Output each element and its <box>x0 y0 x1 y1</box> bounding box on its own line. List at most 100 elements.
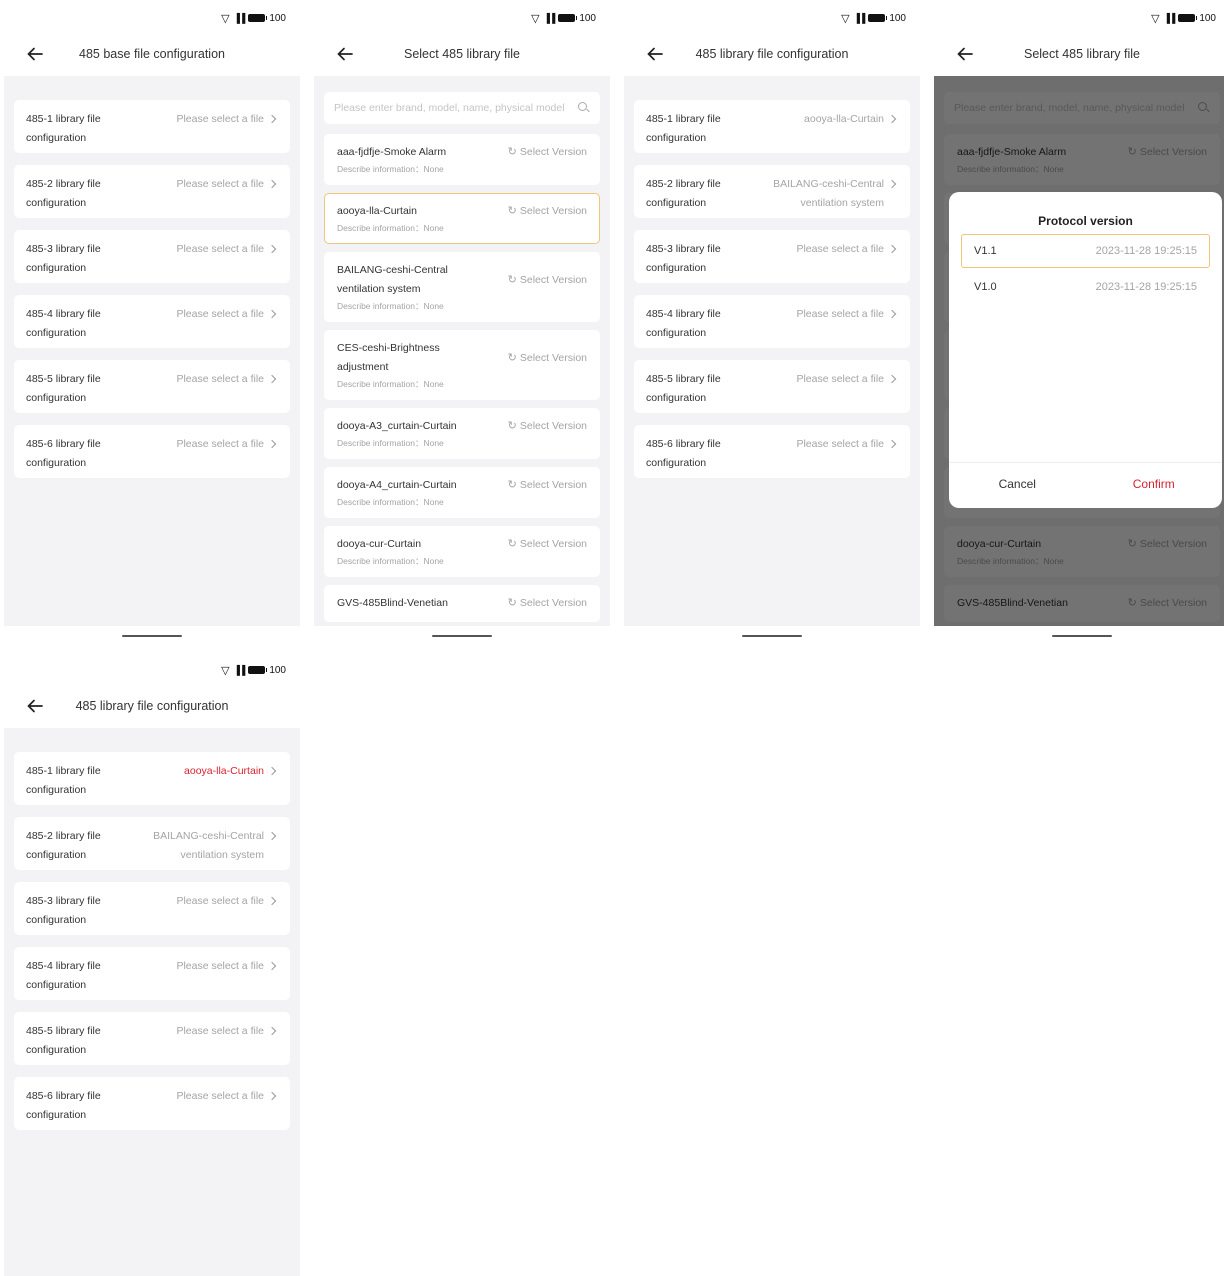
config-value: BAILANG-ceshi-Central ventilation system <box>773 178 884 209</box>
battery-level: 100 <box>1199 12 1216 24</box>
back-arrow-icon[interactable] <box>336 45 354 63</box>
page-title: Select 485 library file <box>1023 47 1141 61</box>
select-version-button[interactable]: ↻Select Version <box>508 535 587 554</box>
config-row-485-2[interactable]: 485-2 library file configuration BAILANG-… <box>634 165 910 218</box>
refresh-icon: ↻ <box>507 597 517 609</box>
wifi-icon: ▽ <box>221 664 230 677</box>
config-list: 485-1 library file configuration Please s… <box>4 76 300 626</box>
library-item[interactable]: BAILANG-ceshi-Central ventilation system… <box>324 252 600 322</box>
chevron-right-icon <box>268 240 278 259</box>
battery-icon <box>248 14 268 22</box>
chevron-right-icon <box>268 762 278 781</box>
back-arrow-icon[interactable] <box>26 697 44 715</box>
library-item[interactable]: dooya-cur-Curtain ↻Select Version Describ… <box>324 526 600 577</box>
config-row-485-1[interactable]: 485-1 library file configuration aooya-ll… <box>14 752 290 805</box>
signal-icon: ▐▐ <box>1163 13 1176 23</box>
library-item[interactable]: dooya-A4_curtain-Curtain↻Select Version … <box>324 467 600 518</box>
library-item[interactable]: GVS-485Blind-Venetian ↻Select Version <box>324 585 600 622</box>
config-label: 485-5 library file configuration <box>646 373 721 404</box>
config-label: 485-4 library file configuration <box>26 308 101 339</box>
back-arrow-icon[interactable] <box>956 45 974 63</box>
config-value: Please select a file <box>176 895 264 907</box>
config-row-485-4[interactable]: 485-4 library file configuration Please s… <box>14 947 290 1000</box>
config-label: 485-6 library file configuration <box>26 1090 101 1121</box>
battery-level: 100 <box>269 664 286 676</box>
config-row-485-3[interactable]: 485-3 library file configuration Please s… <box>634 230 910 283</box>
version-number: V1.1 <box>974 245 997 257</box>
config-value: Please select a file <box>796 243 884 255</box>
back-arrow-icon[interactable] <box>646 45 664 63</box>
search-input[interactable]: Please enter brand, model, name, physica… <box>324 92 600 124</box>
config-row-485-4[interactable]: 485-4 library file configuration Please s… <box>14 295 290 348</box>
search-placeholder: Please enter brand, model, name, physica… <box>334 102 565 114</box>
status-bar: ▽ ▐▐ 100 <box>314 0 610 36</box>
select-version-button[interactable]: ↻Select Version <box>508 339 587 377</box>
home-indicator[interactable] <box>122 635 182 637</box>
refresh-icon: ↻ <box>507 146 517 158</box>
chevron-right-icon <box>268 175 278 194</box>
config-row-485-4[interactable]: 485-4 library file configuration Please s… <box>634 295 910 348</box>
library-description: Describe information：None <box>337 497 444 507</box>
header: 485 library file configuration <box>624 36 920 72</box>
back-arrow-icon[interactable] <box>26 45 44 63</box>
config-row-485-5[interactable]: 485-5 library file configuration Please s… <box>634 360 910 413</box>
wifi-icon: ▽ <box>1151 12 1160 25</box>
refresh-icon: ↻ <box>507 538 517 550</box>
config-row-485-3[interactable]: 485-3 library file configuration Please s… <box>14 882 290 935</box>
config-row-485-6[interactable]: 485-6 library file configuration Please s… <box>14 1077 290 1130</box>
dialog-title: Protocol version <box>1038 214 1133 228</box>
battery-level: 100 <box>269 12 286 24</box>
library-name: GVS-485Blind-Venetian <box>337 597 448 609</box>
version-option[interactable]: V1.1 2023-11-28 19:25:15 <box>961 234 1210 268</box>
config-value: Please select a file <box>176 1025 264 1037</box>
config-row-485-5[interactable]: 485-5 library file configuration Please s… <box>14 1012 290 1065</box>
battery-icon <box>1178 14 1198 22</box>
status-bar: ▽ ▐▐ 100 <box>624 0 920 36</box>
version-number: V1.0 <box>974 281 997 293</box>
chevron-right-icon <box>888 110 898 129</box>
library-item[interactable]: aaa-fjdfje-Smoke Alarm ↻Select Version De… <box>324 134 600 185</box>
select-version-button[interactable]: ↻Select Version <box>508 417 587 436</box>
config-label: 485-4 library file configuration <box>26 960 101 991</box>
home-indicator[interactable] <box>432 635 492 637</box>
library-description: Describe information：None <box>337 223 444 233</box>
library-item[interactable]: dooya-A3_curtain-Curtain↻Select Version … <box>324 408 600 459</box>
config-label: 485-5 library file configuration <box>26 1025 101 1056</box>
home-indicator[interactable] <box>1052 635 1112 637</box>
version-option[interactable]: V1.0 2023-11-28 19:25:15 <box>961 270 1210 304</box>
config-row-485-6[interactable]: 485-6 library file configuration Please s… <box>634 425 910 478</box>
home-indicator[interactable] <box>742 635 802 637</box>
select-version-button[interactable]: ↻Select Version <box>508 476 587 495</box>
signal-icon: ▐▐ <box>853 13 866 23</box>
config-value: Please select a file <box>796 373 884 385</box>
chevron-right-icon <box>268 305 278 324</box>
config-row-485-5[interactable]: 485-5 library file configuration Please s… <box>14 360 290 413</box>
library-item[interactable]: CES-ceshi-Brightness adjustment ↻Select V… <box>324 330 600 400</box>
config-row-485-3[interactable]: 485-3 library file configuration Please s… <box>14 230 290 283</box>
chevron-right-icon <box>268 370 278 389</box>
select-version-button[interactable]: ↻Select Version <box>508 202 587 221</box>
select-version-button[interactable]: ↻Select Version <box>508 143 587 162</box>
config-row-485-2[interactable]: 485-2 library file configuration BAILANG-… <box>14 817 290 870</box>
dialog-actions: Cancel Confirm <box>949 462 1222 508</box>
signal-icon: ▐▐ <box>543 13 556 23</box>
config-row-485-6[interactable]: 485-6 library file configuration Please s… <box>14 425 290 478</box>
config-row-485-1[interactable]: 485-1 library file configuration aooya-ll… <box>634 100 910 153</box>
chevron-right-icon <box>268 110 278 129</box>
select-version-button[interactable]: ↻Select Version <box>508 594 587 613</box>
config-label: 485-5 library file configuration <box>26 373 101 404</box>
header: Select 485 library file <box>934 36 1224 72</box>
refresh-icon: ↻ <box>507 420 517 432</box>
library-description: Describe information：None <box>337 379 444 389</box>
cancel-button[interactable]: Cancel <box>949 463 1086 508</box>
confirm-button[interactable]: Confirm <box>1086 463 1223 508</box>
library-item[interactable]: aooya-lla-Curtain ↻Select Version Describ… <box>324 193 600 244</box>
search-icon[interactable] <box>578 102 590 114</box>
chevron-right-icon <box>268 435 278 454</box>
config-row-485-1[interactable]: 485-1 library file configuration Please s… <box>14 100 290 153</box>
config-label: 485-3 library file configuration <box>26 243 101 274</box>
select-version-button[interactable]: ↻Select Version <box>508 261 587 299</box>
config-row-485-2[interactable]: 485-2 library file configuration Please s… <box>14 165 290 218</box>
chevron-right-icon <box>888 435 898 454</box>
page-title: 485 base file configuration <box>79 47 225 61</box>
